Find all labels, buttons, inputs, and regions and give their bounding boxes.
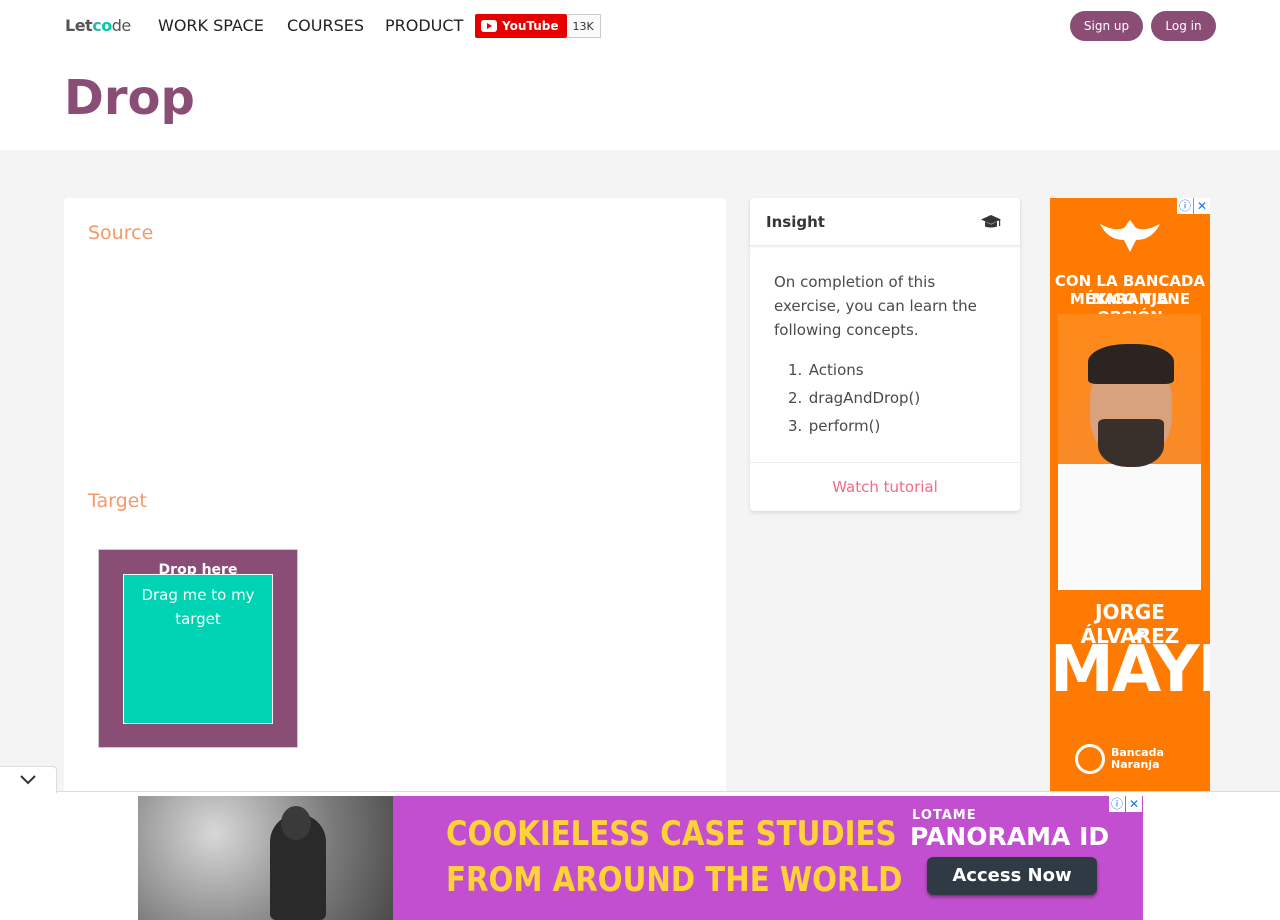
ad-close-icon[interactable]: ✕	[1194, 198, 1210, 214]
nav-workspace[interactable]: WORK SPACE	[158, 16, 264, 35]
nav-product[interactable]: PRODUCT	[385, 16, 463, 35]
draggable-source[interactable]: Drag me to my target	[123, 574, 273, 724]
eagle-logo-icon	[1100, 220, 1160, 252]
insight-title: Insight	[766, 213, 825, 231]
ad-candidate-last-name: MÁYNEZ	[1050, 633, 1210, 707]
list-item: 2. dragAndDrop()	[788, 389, 921, 407]
banner-brand-large: PANORAMA ID	[910, 822, 1110, 851]
banner-headline-line-1: COOKIELESS CASE STUDIES	[446, 814, 897, 854]
candidate-photo	[1058, 314, 1201, 590]
logo-c: c	[92, 16, 102, 35]
page-title: Drop	[64, 70, 195, 126]
target-label: Target	[88, 490, 147, 512]
youtube-play-icon	[481, 20, 497, 32]
youtube-button[interactable]: YouTube	[475, 14, 567, 38]
access-now-button[interactable]: Access Now	[927, 857, 1097, 895]
logo-let: Let	[65, 16, 93, 35]
nav-courses[interactable]: COURSES	[287, 16, 364, 35]
banner-person-head	[281, 806, 311, 840]
source-label: Source	[88, 222, 154, 244]
concept-label: dragAndDrop()	[808, 389, 921, 407]
banner-brand-small: LOTAME	[912, 808, 977, 823]
top-navbar: Letcode WORK SPACE COURSES PRODUCT YouTu…	[0, 0, 1280, 150]
graduation-cap-icon	[981, 215, 1001, 228]
concept-label: Actions	[808, 361, 864, 379]
bancada-logo-text: Bancada Naranja	[1111, 747, 1164, 771]
photo-beard	[1098, 419, 1164, 467]
concepts-list: 1. Actions 2. dragAndDrop() 3. perform()	[788, 358, 921, 442]
bottom-banner-ad[interactable]: COOKIELESS CASE STUDIES FROM AROUND THE …	[138, 796, 1143, 920]
banner-close-icon[interactable]: ✕	[1126, 796, 1142, 812]
youtube-subscriber-count: 13K	[566, 14, 601, 38]
photo-hair	[1088, 344, 1174, 384]
sidebar-ad[interactable]: CON LA BANCADA NARANJA MÉXICO TIENE OPCI…	[1050, 198, 1210, 791]
signup-button[interactable]: Sign up	[1070, 11, 1143, 41]
insight-card: Insight On completion of this exercise, …	[750, 198, 1020, 511]
banner-photo	[138, 796, 393, 920]
list-item: 3. perform()	[788, 417, 881, 435]
bancada-naranja-logo: Bancada Naranja	[1075, 742, 1185, 776]
logo-o: o	[101, 16, 112, 35]
ad-collapse-tab[interactable]	[0, 766, 57, 793]
banner-headline-line-2: FROM AROUND THE WORLD	[446, 860, 903, 900]
concept-label: perform()	[808, 417, 881, 435]
insight-description: On completion of this exercise, you can …	[774, 273, 977, 339]
logo-de: de	[111, 16, 132, 35]
list-item: 1. Actions	[788, 361, 864, 379]
login-button[interactable]: Log in	[1151, 11, 1216, 41]
ad-info-icon[interactable]: ⓘ	[1177, 198, 1193, 214]
bancada-logo-line-2: Naranja	[1111, 758, 1160, 771]
banner-info-icon[interactable]: ⓘ	[1109, 796, 1125, 812]
chevron-down-icon	[20, 775, 36, 785]
youtube-label: YouTube	[502, 19, 559, 33]
bancada-logo-icon	[1075, 744, 1105, 774]
letcode-logo[interactable]: Letcode	[65, 16, 131, 35]
photo-shirt	[1058, 464, 1201, 590]
insight-footer: Watch tutorial	[750, 462, 1020, 511]
watch-tutorial-link[interactable]: Watch tutorial	[832, 478, 938, 496]
insight-header: Insight	[750, 198, 1020, 246]
youtube-subscribe[interactable]: YouTube 13K	[475, 14, 601, 38]
